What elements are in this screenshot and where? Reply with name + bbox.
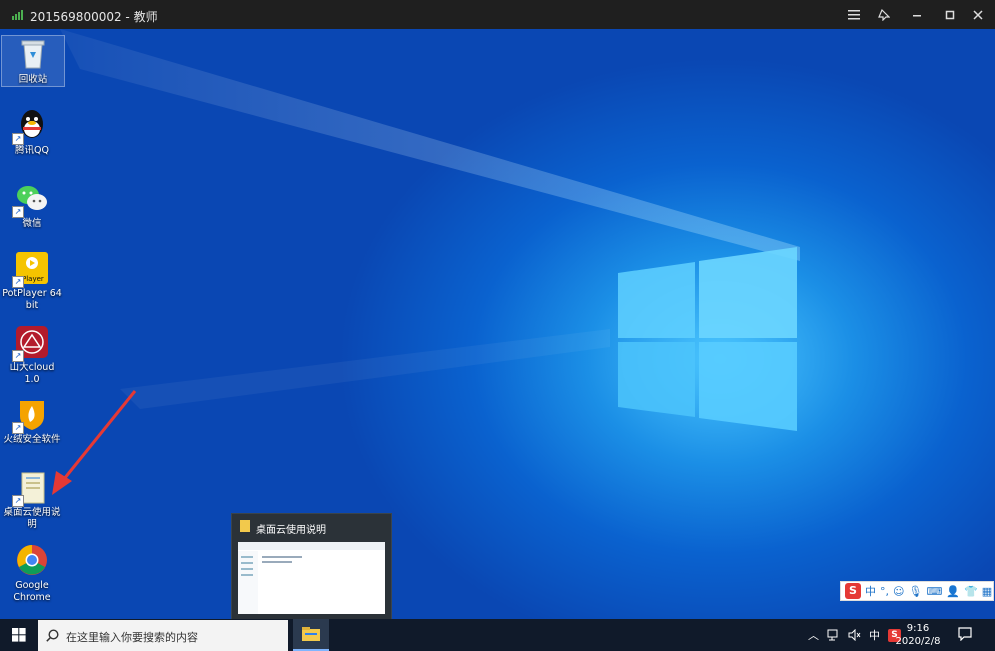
desktop-icon-wechat[interactable]: ↗ 微信 — [1, 180, 63, 230]
window-titlebar: 201569800002 - 教师 — [0, 0, 995, 29]
huorong-icon: ↗ — [12, 396, 50, 434]
desktop-icon-recycle-bin[interactable]: 回收站 — [1, 35, 65, 87]
file-explorer-icon — [302, 627, 320, 641]
wallpaper — [52, 29, 800, 495]
shortcut-arrow-icon: ↗ — [12, 350, 24, 362]
window-title: 201569800002 - 教师 — [30, 10, 158, 24]
desktop-icon-huorong[interactable]: ↗ 火绒安全软件 — [1, 396, 63, 446]
shortcut-arrow-icon: ↗ — [12, 422, 24, 434]
smiley-icon[interactable]: ☺ — [893, 585, 904, 598]
system-tray: ︿ 中 S — [808, 619, 901, 651]
preview-thumbnail — [238, 542, 385, 614]
desktop-icon-label: PotPlayer 64 bit — [2, 288, 62, 311]
desktop-icon-label: 桌面云使用说明 — [3, 507, 61, 530]
pin-icon — [878, 9, 890, 21]
potplayer-icon-text: Player — [22, 275, 44, 283]
menu-icon — [848, 10, 860, 20]
chrome-icon — [14, 542, 50, 578]
windows-logo — [618, 247, 797, 431]
recycle-bin-icon — [15, 36, 51, 72]
windows-start-icon — [12, 628, 26, 642]
wechat-icon: ↗ — [12, 180, 50, 218]
minimize-icon — [913, 15, 921, 17]
network-icon[interactable] — [827, 629, 840, 641]
ime-punct[interactable]: °, — [880, 585, 889, 598]
taskbar: 在这里输入你要搜索的内容 ︿ 中 S 9:16 2020/2/8 — [0, 619, 995, 651]
person-icon[interactable]: 👤 — [946, 585, 960, 598]
shortcut-arrow-icon: ↗ — [12, 276, 24, 288]
potplayer-icon: Player ↗ — [12, 250, 50, 288]
desktop-icon-label: 腾讯QQ — [15, 145, 49, 156]
chevron-up-icon[interactable]: ︿ — [808, 627, 819, 643]
notification-icon — [958, 627, 972, 642]
action-center-button[interactable] — [958, 627, 974, 643]
shortcut-arrow-icon: ↗ — [12, 206, 24, 218]
maximize-icon — [945, 10, 955, 20]
desktop-icon-label: 火绒安全软件 — [3, 434, 61, 445]
desktop-icon-label: 山大cloud 1.0 — [9, 362, 55, 385]
mic-icon[interactable]: 🎙 — [908, 585, 922, 598]
sogou-icon[interactable]: S — [845, 583, 861, 599]
search-placeholder: 在这里输入你要搜索的内容 — [66, 631, 198, 644]
desktop-icon-potplayer[interactable]: Player ↗ PotPlayer 64 bit — [1, 250, 63, 312]
clock-date: 2020/2/8 — [895, 636, 941, 647]
search-icon — [46, 629, 59, 642]
desktop-icon-label: 回收站 — [18, 74, 48, 85]
menu-button[interactable] — [840, 4, 868, 26]
taskbar-preview[interactable]: 桌面云使用说明 — [231, 513, 392, 622]
ime-toolbar[interactable]: S 中 °, ☺ 🎙 ⌨ 👤 👕 ▦ — [840, 581, 994, 601]
folder-shortcut-icon: ↗ — [12, 469, 50, 507]
close-icon — [973, 10, 983, 20]
desktop-icon-label: 微信 — [22, 218, 42, 229]
desktop-icon-sdu-cloud[interactable]: ↗ 山大cloud 1.0 — [1, 324, 63, 386]
red-arrow — [52, 390, 137, 495]
taskbar-file-explorer[interactable] — [293, 619, 329, 651]
desktop-icon-user-guide[interactable]: ↗ 桌面云使用说明 — [1, 469, 63, 531]
grid-icon[interactable]: ▦ — [982, 585, 992, 598]
minimize-button[interactable] — [903, 4, 931, 26]
tray-ime-lang[interactable]: 中 — [869, 627, 880, 643]
folder-icon — [240, 520, 250, 532]
sdu-cloud-icon: ↗ — [12, 324, 50, 362]
taskbar-search[interactable]: 在这里输入你要搜索的内容 — [38, 620, 288, 651]
desktop-icon-chrome[interactable]: Google Chrome — [1, 542, 63, 604]
maximize-button[interactable] — [936, 4, 964, 26]
ime-mode[interactable]: 中 — [865, 583, 876, 599]
shirt-icon[interactable]: 👕 — [964, 585, 978, 598]
desktop-icon-qq[interactable]: ↗ 腾讯QQ — [1, 107, 63, 157]
start-button[interactable] — [0, 619, 38, 651]
taskbar-clock[interactable]: 9:16 2020/2/8 — [890, 622, 946, 648]
preview-title: 桌面云使用说明 — [256, 525, 326, 536]
volume-mute-icon[interactable] — [848, 629, 861, 641]
desktop[interactable]: 回收站 ↗ 腾讯QQ ↗ 微信 Player ↗ PotPlayer 64 bi… — [0, 29, 995, 619]
shortcut-arrow-icon: ↗ — [12, 495, 24, 507]
keyboard-icon[interactable]: ⌨ — [926, 585, 942, 598]
shortcut-arrow-icon: ↗ — [12, 133, 24, 145]
close-button[interactable] — [964, 4, 992, 26]
qq-icon: ↗ — [12, 107, 50, 145]
clock-time: 9:16 — [906, 623, 930, 634]
signal-icon — [12, 10, 23, 20]
pin-button[interactable] — [870, 4, 898, 26]
desktop-icon-label: Google Chrome — [13, 580, 51, 603]
